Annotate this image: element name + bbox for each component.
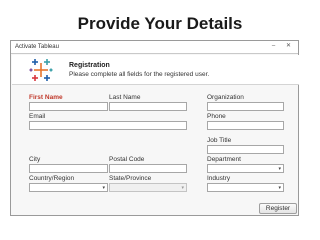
city-field[interactable] (29, 164, 108, 173)
register-button[interactable]: Register (259, 203, 297, 214)
chevron-down-icon: ▾ (181, 185, 184, 191)
department-select[interactable]: ▾ (207, 164, 284, 173)
email-field[interactable] (29, 121, 187, 130)
phone-field[interactable] (207, 121, 284, 130)
job-title-label: Job Title (207, 137, 232, 144)
chevron-down-icon: ▾ (278, 185, 281, 191)
chevron-down-icon: ▾ (278, 166, 281, 172)
last-name-label: Last Name (109, 94, 141, 101)
country-region-label: Country/Region (29, 175, 75, 182)
slide-title: Provide Your Details (77, 14, 243, 33)
first-name-label: First Name (29, 94, 63, 101)
department-label: Department (207, 156, 241, 163)
tableau-logo-icon (29, 59, 53, 81)
phone-label: Phone (207, 113, 226, 120)
industry-select[interactable]: ▾ (207, 183, 284, 192)
registration-title: Registration (69, 62, 110, 69)
state-province-label: State/Province (109, 175, 152, 182)
last-name-field[interactable] (109, 102, 187, 111)
city-label: City (29, 156, 41, 163)
postal-code-field[interactable] (109, 164, 187, 173)
organization-field[interactable] (207, 102, 284, 111)
country-region-select[interactable]: ▾ (29, 183, 108, 192)
window-title: Activate Tableau (15, 44, 59, 50)
email-label: Email (29, 113, 46, 120)
first-name-field[interactable] (29, 102, 108, 111)
registration-subtitle: Please complete all fields for the regis… (69, 71, 210, 78)
organization-label: Organization (207, 94, 244, 101)
close-icon[interactable]: ✕ (284, 42, 293, 50)
registration-header: Registration Please complete all fields … (12, 55, 299, 85)
activate-tableau-dialog: Activate Tableau – ✕ Registration Please… (10, 40, 299, 216)
window-titlebar: Activate Tableau – ✕ (11, 41, 298, 54)
industry-label: Industry (207, 175, 231, 182)
minimize-icon[interactable]: – (269, 42, 278, 50)
chevron-down-icon: ▾ (102, 185, 105, 191)
job-title-field[interactable] (207, 145, 284, 154)
state-province-select[interactable]: ▾ (109, 183, 187, 192)
postal-code-label: Postal Code (109, 156, 145, 163)
